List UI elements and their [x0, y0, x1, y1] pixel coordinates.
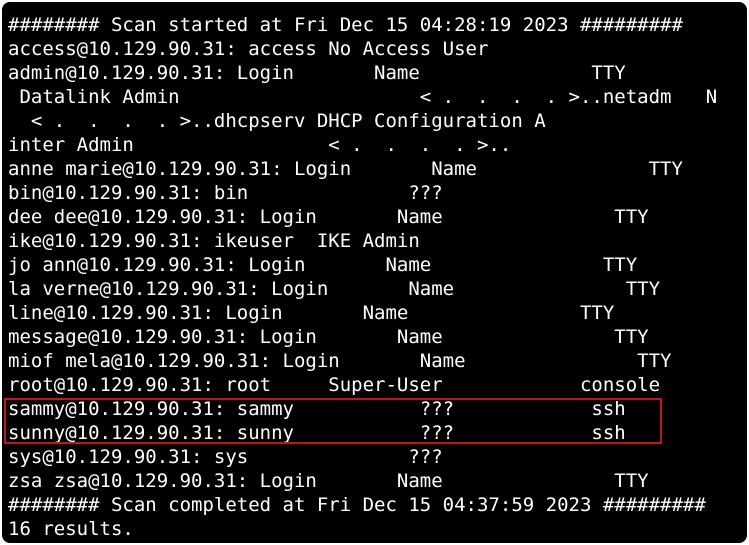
result-line-admin-cont-1: Datalink Admin < . . . . >..netadm N [8, 86, 718, 108]
terminal-window[interactable]: ######## Scan started at Fri Dec 15 04:2… [2, 2, 747, 543]
result-line-sunny: sunny@10.129.90.31: sunny ??? ssh [8, 422, 626, 444]
results-count: 16 results. [8, 518, 134, 540]
terminal-output: ######## Scan started at Fri Dec 15 04:2… [8, 13, 717, 541]
result-line-la-verne: la verne@10.129.90.31: Login Name TTY [8, 278, 661, 300]
result-line-ike: ike@10.129.90.31: ikeuser IKE Admin [8, 230, 420, 252]
result-line-admin-cont-2: < . . . . >..dhcpserv DHCP Configuration… [8, 110, 546, 132]
result-line-admin: admin@10.129.90.31: Login Name TTY [8, 62, 626, 84]
result-line-miof-mela: miof mela@10.129.90.31: Login Name TTY [8, 350, 672, 372]
result-line-admin-cont-3: inter Admin < . . . . >.. [8, 134, 512, 156]
result-line-jo-ann: jo ann@10.129.90.31: Login Name TTY [8, 254, 638, 276]
result-line-zsa-zsa: zsa zsa@10.129.90.31: Login Name TTY [8, 470, 649, 492]
result-line-anne-marie: anne marie@10.129.90.31: Login Name TTY [8, 158, 683, 180]
result-line-root: root@10.129.90.31: root Super-User conso… [8, 374, 661, 396]
scan-start-banner: ######## Scan started at Fri Dec 15 04:2… [8, 14, 683, 36]
result-line-message: message@10.129.90.31: Login Name TTY [8, 326, 649, 348]
result-line-bin: bin@10.129.90.31: bin ??? [8, 182, 443, 204]
result-line-sammy: sammy@10.129.90.31: sammy ??? ssh [8, 398, 626, 420]
result-line-line: line@10.129.90.31: Login Name TTY [8, 302, 615, 324]
result-line-access: access@10.129.90.31: access No Access Us… [8, 38, 489, 60]
scan-complete-banner: ######## Scan completed at Fri Dec 15 04… [8, 494, 706, 516]
result-line-sys: sys@10.129.90.31: sys ??? [8, 446, 443, 468]
result-line-dee-dee: dee dee@10.129.90.31: Login Name TTY [8, 206, 649, 228]
